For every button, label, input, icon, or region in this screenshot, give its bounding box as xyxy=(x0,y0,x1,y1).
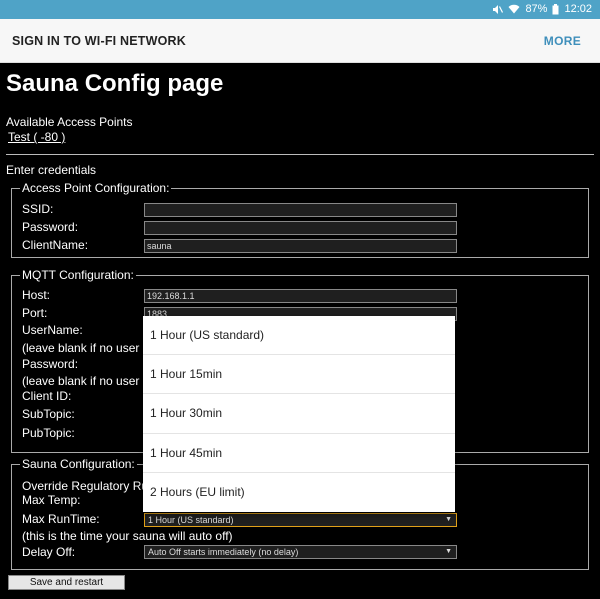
delayoff-value: Auto Off starts immediately (no delay) xyxy=(148,547,299,557)
mqtt-password-label: Password: xyxy=(22,357,79,371)
mute-icon xyxy=(492,4,504,15)
ssid-input[interactable] xyxy=(144,203,457,217)
wifi-icon xyxy=(508,4,520,14)
runtime-note: (this is the time your sauna will auto o… xyxy=(22,529,233,543)
mqtt-config-legend: MQTT Configuration: xyxy=(20,268,136,282)
sauna-config-legend: Sauna Configuration: xyxy=(20,457,137,471)
delayoff-select[interactable]: Auto Off starts immediately (no delay) ▼ xyxy=(144,545,457,559)
maxruntime-dropdown-popup: 1 Hour (US standard) 1 Hour 15min 1 Hour… xyxy=(143,316,455,512)
chevron-down-icon: ▼ xyxy=(445,548,452,555)
status-bar: 87% 12:02 xyxy=(0,0,600,19)
host-label: Host: xyxy=(22,288,51,302)
clientname-label: ClientName: xyxy=(22,238,89,252)
maxruntime-value: 1 Hour (US standard) xyxy=(148,515,234,525)
clock: 12:02 xyxy=(564,3,592,15)
chevron-down-icon: ▼ xyxy=(445,516,452,523)
password-note: (leave blank if no user xyxy=(22,374,140,388)
maxtemp-label: Max Temp: xyxy=(22,493,81,507)
dropdown-option[interactable]: 1 Hour 30min xyxy=(143,394,455,434)
password-label: Password: xyxy=(22,220,79,234)
divider xyxy=(6,154,594,155)
enter-credentials-label: Enter credentials xyxy=(6,163,97,177)
battery-icon xyxy=(552,3,559,15)
battery-percent: 87% xyxy=(525,3,548,15)
access-point-link[interactable]: Test ( -80 ) xyxy=(8,130,65,144)
ssid-label: SSID: xyxy=(22,202,54,216)
dropdown-option[interactable]: 2 Hours (EU limit) xyxy=(143,473,455,512)
dropdown-option[interactable]: 1 Hour (US standard) xyxy=(143,316,455,356)
save-restart-button[interactable]: Save and restart xyxy=(8,575,125,590)
host-input[interactable]: 192.168.1.1 xyxy=(144,289,457,303)
page-title: Sauna Config page xyxy=(6,70,224,97)
password-input[interactable] xyxy=(144,221,457,235)
clientid-label: Client ID: xyxy=(22,389,72,403)
subtopic-label: SubTopic: xyxy=(22,407,75,421)
app-bar-title: SIGN IN TO WI-FI NETWORK xyxy=(12,34,187,48)
username-note: (leave blank if no user xyxy=(22,341,140,355)
app-bar: SIGN IN TO WI-FI NETWORK MORE xyxy=(0,19,600,63)
more-button[interactable]: MORE xyxy=(544,34,581,48)
ap-config-legend: Access Point Configuration: xyxy=(20,181,172,195)
dropdown-option[interactable]: 1 Hour 15min xyxy=(143,355,455,395)
port-label: Port: xyxy=(22,306,48,320)
username-label: UserName: xyxy=(22,323,83,337)
maxruntime-select[interactable]: 1 Hour (US standard) ▼ xyxy=(144,513,457,527)
clientname-input[interactable]: sauna xyxy=(144,239,457,253)
delayoff-label: Delay Off: xyxy=(22,545,76,559)
pubtopic-label: PubTopic: xyxy=(22,426,75,440)
access-points-label: Available Access Points xyxy=(6,115,133,129)
dropdown-option[interactable]: 1 Hour 45min xyxy=(143,434,455,473)
override-label: Override Regulatory Ru xyxy=(22,479,149,493)
maxruntime-label: Max RunTime: xyxy=(22,512,100,526)
ap-config-fieldset: Access Point Configuration: SSID: Passwo… xyxy=(11,181,589,258)
